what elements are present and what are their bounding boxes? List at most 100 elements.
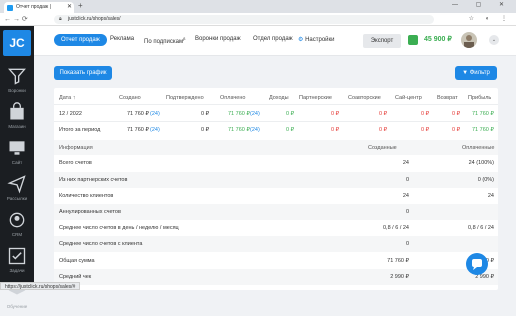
- info-created: 0: [405, 177, 409, 183]
- cell-partner: 0 ₽: [331, 111, 340, 117]
- cell-profit: 71 760 ₽: [472, 111, 494, 117]
- url-field[interactable]: 🔒︎ justclick.ru/shops/sales/: [54, 15, 434, 24]
- balance-amount: 45 900 ₽: [424, 36, 452, 43]
- address-bar-row: ← → ⟳ 🔒︎ justclick.ru/shops/sales/ ☆ ◐ ⋮: [0, 13, 516, 26]
- info-header-band: [54, 140, 498, 155]
- info-paid: 24: [487, 193, 494, 199]
- filter-icon: ▼: [462, 70, 469, 76]
- info-created: 0: [405, 241, 409, 247]
- chat-button[interactable]: [466, 253, 488, 275]
- info-created: 24: [402, 193, 409, 199]
- col-date-label: Дата: [59, 95, 72, 101]
- col-refund: Возврат: [437, 95, 458, 101]
- monitor-icon: [9, 141, 25, 155]
- sidebar-label: CRM: [11, 232, 23, 237]
- cell-confirmed: 0 ₽: [201, 111, 210, 117]
- sales-report-card: Дата ↑ Создано Подтверждено Оплачено Дох…: [54, 88, 498, 290]
- back-forward-reload-icons[interactable]: ← → ⟳: [4, 15, 28, 23]
- sidebar-item-tasks[interactable]: Задачи: [0, 240, 34, 280]
- tab-subscriptions-label: По подпискам: [144, 39, 184, 45]
- top-navigation: Отчет продаж Реклама По подпискамβ Ворон…: [34, 26, 516, 56]
- browser-tab[interactable]: Отчет продаж | ✕: [4, 2, 74, 13]
- window-controls[interactable]: — ▢ ✕: [452, 1, 512, 8]
- export-button[interactable]: Экспорт: [363, 34, 401, 48]
- tab-subscriptions[interactable]: По подпискамβ: [144, 36, 185, 45]
- url-text: justclick.ru/shops/sales/: [68, 16, 121, 22]
- shopping-bag-icon: [10, 102, 24, 120]
- info-label: Количество клиентов: [59, 193, 114, 199]
- col-date[interactable]: Дата ↑: [59, 95, 75, 101]
- cell-paid-count[interactable]: (24): [250, 111, 260, 117]
- filter-button[interactable]: ▼ Фильтр: [455, 66, 497, 80]
- sidebar-item-shop[interactable]: Магазин: [0, 96, 34, 136]
- avatar[interactable]: [461, 32, 477, 48]
- info-paid: 24 (100%): [468, 160, 494, 166]
- col-partner: Партнерские: [299, 95, 332, 101]
- sidebar-item-mailing[interactable]: Рассылки: [0, 168, 34, 208]
- cell-created-count[interactable]: (24): [150, 111, 160, 117]
- divider: [54, 104, 498, 105]
- checkbox-icon: [8, 247, 26, 265]
- tab-title: Отчет продаж |: [16, 4, 51, 10]
- col-income: Доходы: [269, 95, 289, 101]
- tab-sales-funnels[interactable]: Воронки продаж: [195, 36, 241, 42]
- info-label: Из них партнерских счетов: [59, 177, 128, 183]
- tab-settings[interactable]: ⚙︎ Настройки: [298, 36, 334, 43]
- cell-date: 12 / 2022: [59, 111, 82, 117]
- tab-settings-label: Настройки: [305, 37, 335, 43]
- cell-paid-count[interactable]: (24): [250, 127, 260, 133]
- tab-sales-dept[interactable]: Отдел продаж: [253, 36, 293, 42]
- info-label: Средний чек: [59, 274, 92, 280]
- tab-close-icon[interactable]: ✕: [67, 2, 72, 13]
- cell-coauthor: 0 ₽: [379, 111, 388, 117]
- cell-income: 0 ₽: [286, 111, 295, 117]
- cell-confirmed: 0 ₽: [201, 127, 210, 133]
- new-tab-icon[interactable]: +: [78, 1, 83, 10]
- col-created: Создано: [119, 95, 141, 101]
- tab-ads[interactable]: Реклама: [110, 36, 134, 42]
- sidebar-label: Сайт: [11, 160, 23, 165]
- tab-sales-report[interactable]: Отчет продаж: [54, 34, 107, 46]
- sidebar-label: Воронки: [8, 88, 26, 93]
- cell-refund: 0 ₽: [452, 127, 461, 133]
- show-chart-button[interactable]: Показать график: [54, 66, 112, 80]
- send-icon: [7, 175, 26, 194]
- col-paid: Оплачено: [220, 95, 246, 101]
- lock-icon: 🔒︎: [59, 16, 62, 22]
- info-col-paid: Оплаченные: [462, 145, 495, 151]
- sidebar-item-crm[interactable]: CRM: [0, 204, 34, 244]
- col-confirmed: Подтверждено: [166, 95, 204, 101]
- site-favicon-icon: [7, 5, 13, 11]
- info-label: Среднее число счетов с клиента: [59, 241, 143, 247]
- sidebar-label: Рассылки: [6, 196, 28, 201]
- info-label: Всего счетов: [59, 160, 92, 166]
- cell-income: 0 ₽: [286, 127, 295, 133]
- app-sidebar: JC Воронки Магазин Сайт Рассылки CRM Зад…: [0, 26, 34, 309]
- status-bar-url: https://justclick.ru/shops/sales/#: [0, 282, 81, 290]
- cell-created: 71 760 ₽: [127, 127, 149, 133]
- sidebar-label: Задачи: [9, 268, 25, 273]
- cell-paid: 71 760 ₽: [228, 111, 250, 117]
- cell-created-count[interactable]: (24): [150, 127, 160, 133]
- gear-icon: ⚙︎: [298, 37, 304, 43]
- sidebar-label: Магазин: [8, 124, 26, 129]
- sidebar-item-site[interactable]: Сайт: [0, 132, 34, 172]
- info-col-created: Созданные: [368, 145, 397, 151]
- beta-mark: β: [183, 36, 186, 41]
- divider: [54, 121, 498, 122]
- col-site-center: Сай-центр: [395, 95, 422, 101]
- info-created: 71 760 ₽: [387, 258, 409, 264]
- chevron-down-icon[interactable]: ⌄: [489, 35, 499, 45]
- col-coauthor: Соавторские: [348, 95, 381, 101]
- info-created: 2 990 ₽: [390, 274, 409, 280]
- app-logo[interactable]: JC: [3, 30, 31, 56]
- col-profit: Прибыль: [468, 95, 492, 101]
- browser-extension-icons[interactable]: ☆ ◐ ⋮: [469, 15, 512, 22]
- info-paid: 0 (0%): [477, 177, 494, 183]
- cell-partner: 0 ₽: [331, 127, 340, 133]
- cell-profit: 71 760 ₽: [472, 127, 494, 133]
- info-label: Аннулированных счетов: [59, 209, 121, 215]
- browser-tab-bar: Отчет продаж | ✕ + — ▢ ✕: [0, 0, 516, 13]
- wallet-icon: [408, 35, 418, 45]
- sidebar-item-funnels[interactable]: Воронки: [0, 60, 34, 100]
